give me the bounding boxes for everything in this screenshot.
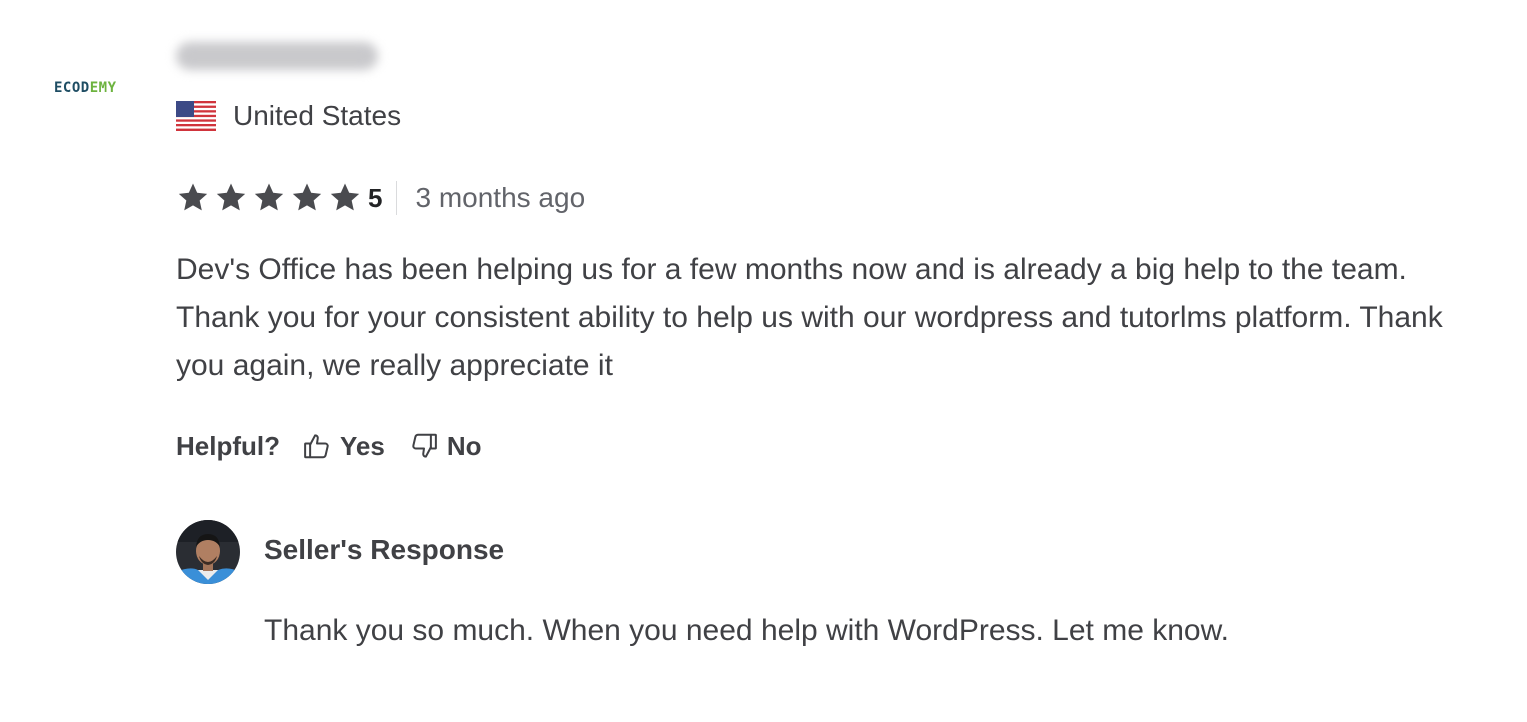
us-flag-icon — [176, 101, 216, 131]
star-icon — [178, 183, 208, 211]
helpful-yes-button[interactable]: Yes — [302, 431, 385, 462]
star-rating — [176, 181, 366, 215]
helpful-label: Helpful? — [176, 430, 280, 461]
country-name: United States — [233, 100, 402, 131]
helpful-yes-label: Yes — [340, 430, 385, 461]
company-logo: ECODEMY — [54, 80, 117, 96]
reviewer-name-blurred: ecodemywebs — [176, 42, 378, 70]
star-icon — [254, 183, 284, 211]
logo-text-part1: ECOD — [54, 80, 90, 96]
seller-response-title: Seller's Response — [264, 534, 505, 565]
star-icon — [216, 183, 246, 211]
seller-avatar — [176, 520, 240, 584]
review-text: Dev's Office has been helping us for a f… — [176, 253, 1443, 382]
logo-text-part2: EMY — [89, 80, 117, 96]
rating-row: 5 3 months ago — [176, 180, 585, 216]
review-time: 3 months ago — [415, 182, 586, 213]
rating-value: 5 — [368, 182, 383, 213]
star-icon — [292, 183, 322, 211]
thumbs-up-icon — [304, 434, 329, 459]
seller-response-text: Thank you so much. When you need help wi… — [264, 614, 1229, 647]
reviewer-country: United States — [176, 100, 401, 132]
helpful-no-button[interactable]: No — [409, 431, 482, 462]
divider — [396, 181, 398, 215]
thumbs-down-icon — [412, 433, 437, 458]
helpful-no-label: No — [446, 430, 482, 461]
seller-avatar-image — [176, 520, 240, 584]
helpful-row: Helpful? Yes No — [176, 426, 506, 466]
star-icon — [330, 183, 360, 211]
